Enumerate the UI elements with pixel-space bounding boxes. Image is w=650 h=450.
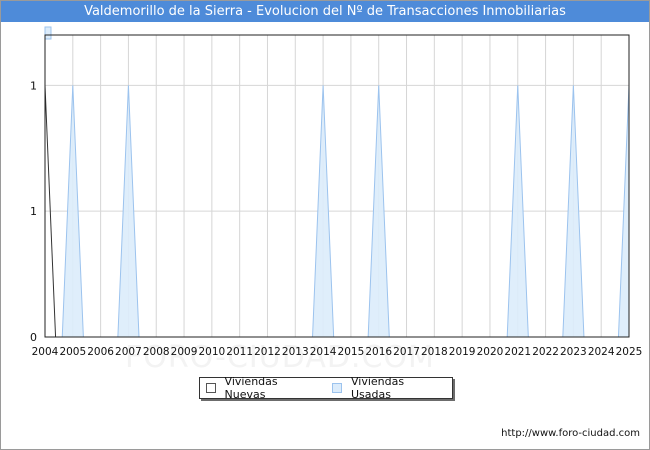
x-tick-label: 2004	[32, 346, 59, 358]
legend: Viviendas Nuevas Viviendas Usadas	[199, 375, 453, 401]
x-tick-label: 2022	[532, 346, 559, 358]
legend-item-viviendas-usadas: Viviendas Usadas	[332, 375, 442, 401]
x-tick-label: 2013	[282, 346, 309, 358]
y-tick-label: 1	[30, 79, 37, 92]
x-tick-label: 2024	[588, 346, 615, 358]
x-tick-label: 2010	[198, 346, 225, 358]
x-tick-label: 2020	[477, 346, 504, 358]
x-tick-label: 2019	[449, 346, 476, 358]
x-tick-label: 2012	[254, 346, 281, 358]
x-tick-label: 2015	[338, 346, 365, 358]
x-tick-label: 2006	[87, 346, 114, 358]
x-tick-label: 2008	[143, 346, 170, 358]
x-tick-label: 2021	[504, 346, 531, 358]
x-tick-label: 2018	[421, 346, 448, 358]
legend-swatch-nuevas	[206, 383, 216, 393]
series-usadas-edge-marker	[44, 26, 52, 40]
legend-item-viviendas-nuevas: Viviendas Nuevas	[206, 375, 316, 401]
legend-label-nuevas: Viviendas Nuevas	[224, 375, 278, 401]
x-tick-label: 2014	[310, 346, 337, 358]
x-tick-label: 2011	[226, 346, 253, 358]
y-tick-label: 0	[30, 331, 37, 344]
y-tick-label: 1	[30, 205, 37, 218]
x-tick-label: 2023	[560, 346, 587, 358]
x-tick-label: 2007	[115, 346, 142, 358]
x-tick-label: 2016	[365, 346, 392, 358]
legend-label-usadas: Viviendas Usadas	[350, 375, 405, 401]
x-tick-label: 2025	[616, 346, 643, 358]
legend-swatch-usadas	[332, 383, 342, 393]
x-tick-label: 2017	[393, 346, 420, 358]
x-tick-label: 2005	[59, 346, 86, 358]
x-tick-label: 2009	[171, 346, 198, 358]
source-url: http://www.foro-ciudad.com	[501, 428, 640, 439]
